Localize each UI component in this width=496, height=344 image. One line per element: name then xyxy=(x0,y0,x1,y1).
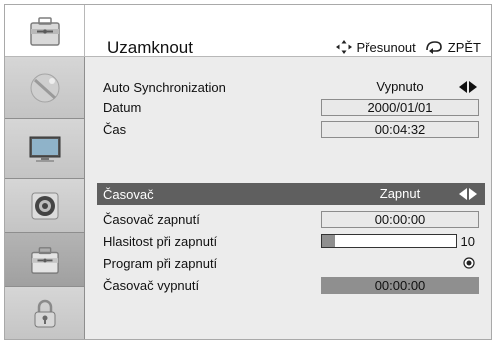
setting-casovac-vypnuti[interactable]: Časovač vypnutí 00:00:00 xyxy=(99,275,483,295)
volume-value: 10 xyxy=(460,233,475,249)
tab-lock-settings[interactable] xyxy=(5,233,85,287)
setting-label: Čas xyxy=(103,121,127,137)
tab-picture[interactable] xyxy=(5,119,85,179)
padlock-icon xyxy=(34,299,55,328)
satellite-dish-icon xyxy=(30,73,59,102)
setting-program[interactable]: Program při zapnutí xyxy=(99,253,483,273)
settings-menu: Uzamknout Přesunout ZPĚT Auto Synchroniz… xyxy=(4,4,492,340)
settings-list: Auto Synchronization Vypnuto Datum 2000/… xyxy=(85,57,491,339)
setting-label: Auto Synchronization xyxy=(103,79,226,95)
speaker-icon xyxy=(31,192,58,219)
navigation-hint: Přesunout ZPĚT xyxy=(335,39,481,55)
off-timer-field[interactable]: 00:00:00 xyxy=(321,276,479,294)
setting-cas[interactable]: Čas 00:04:32 xyxy=(99,119,483,139)
setting-casovac-selected[interactable]: Časovač Zapnut xyxy=(97,183,485,205)
on-timer-field[interactable]: 00:00:00 xyxy=(321,210,479,228)
setting-hlasitost[interactable]: Hlasitost při zapnutí 10 xyxy=(99,231,483,251)
page-title: Uzamknout xyxy=(107,38,193,57)
setting-label: Časovač vypnutí xyxy=(103,277,200,293)
menu-header: Uzamknout Přesunout ZPĚT xyxy=(85,5,491,57)
back-hint-label: ZPĚT xyxy=(447,39,481,55)
toolbox-icon xyxy=(30,246,59,274)
tab-channels[interactable] xyxy=(5,57,85,119)
tab-current-category xyxy=(5,5,85,57)
setting-label: Datum xyxy=(103,99,142,115)
setting-casovac-zapnuti[interactable]: Časovač zapnutí 00:00:00 xyxy=(99,209,483,229)
left-right-arrows-icon[interactable] xyxy=(459,188,477,200)
time-field[interactable]: 00:04:32 xyxy=(321,120,479,138)
setting-value: Vypnuto xyxy=(376,78,424,94)
setting-label: Program při zapnutí xyxy=(103,255,218,271)
tab-sound[interactable] xyxy=(5,179,85,233)
setting-datum[interactable]: Datum 2000/01/01 xyxy=(99,97,483,117)
setting-label: Časovač zapnutí xyxy=(103,211,200,227)
move-hint-label: Přesunout xyxy=(356,39,416,55)
left-right-arrows-icon[interactable] xyxy=(459,81,477,93)
monitor-icon xyxy=(29,136,60,162)
setting-label: Časovač xyxy=(103,186,154,202)
volume-slider[interactable] xyxy=(321,234,457,248)
setting-auto-sync[interactable]: Auto Synchronization Vypnuto xyxy=(99,77,483,97)
date-field[interactable]: 2000/01/01 xyxy=(321,98,479,116)
setting-value: Zapnut xyxy=(379,185,421,201)
volume-slider-fill xyxy=(322,235,336,247)
category-tabs xyxy=(5,5,85,339)
toolbox-icon xyxy=(29,16,60,46)
tab-parental-lock[interactable] xyxy=(5,287,85,339)
radio-selected-icon[interactable] xyxy=(463,257,475,269)
dpad-arrows-icon xyxy=(335,40,352,54)
setting-label: Hlasitost při zapnutí xyxy=(103,233,218,249)
return-arrow-icon xyxy=(425,41,442,54)
